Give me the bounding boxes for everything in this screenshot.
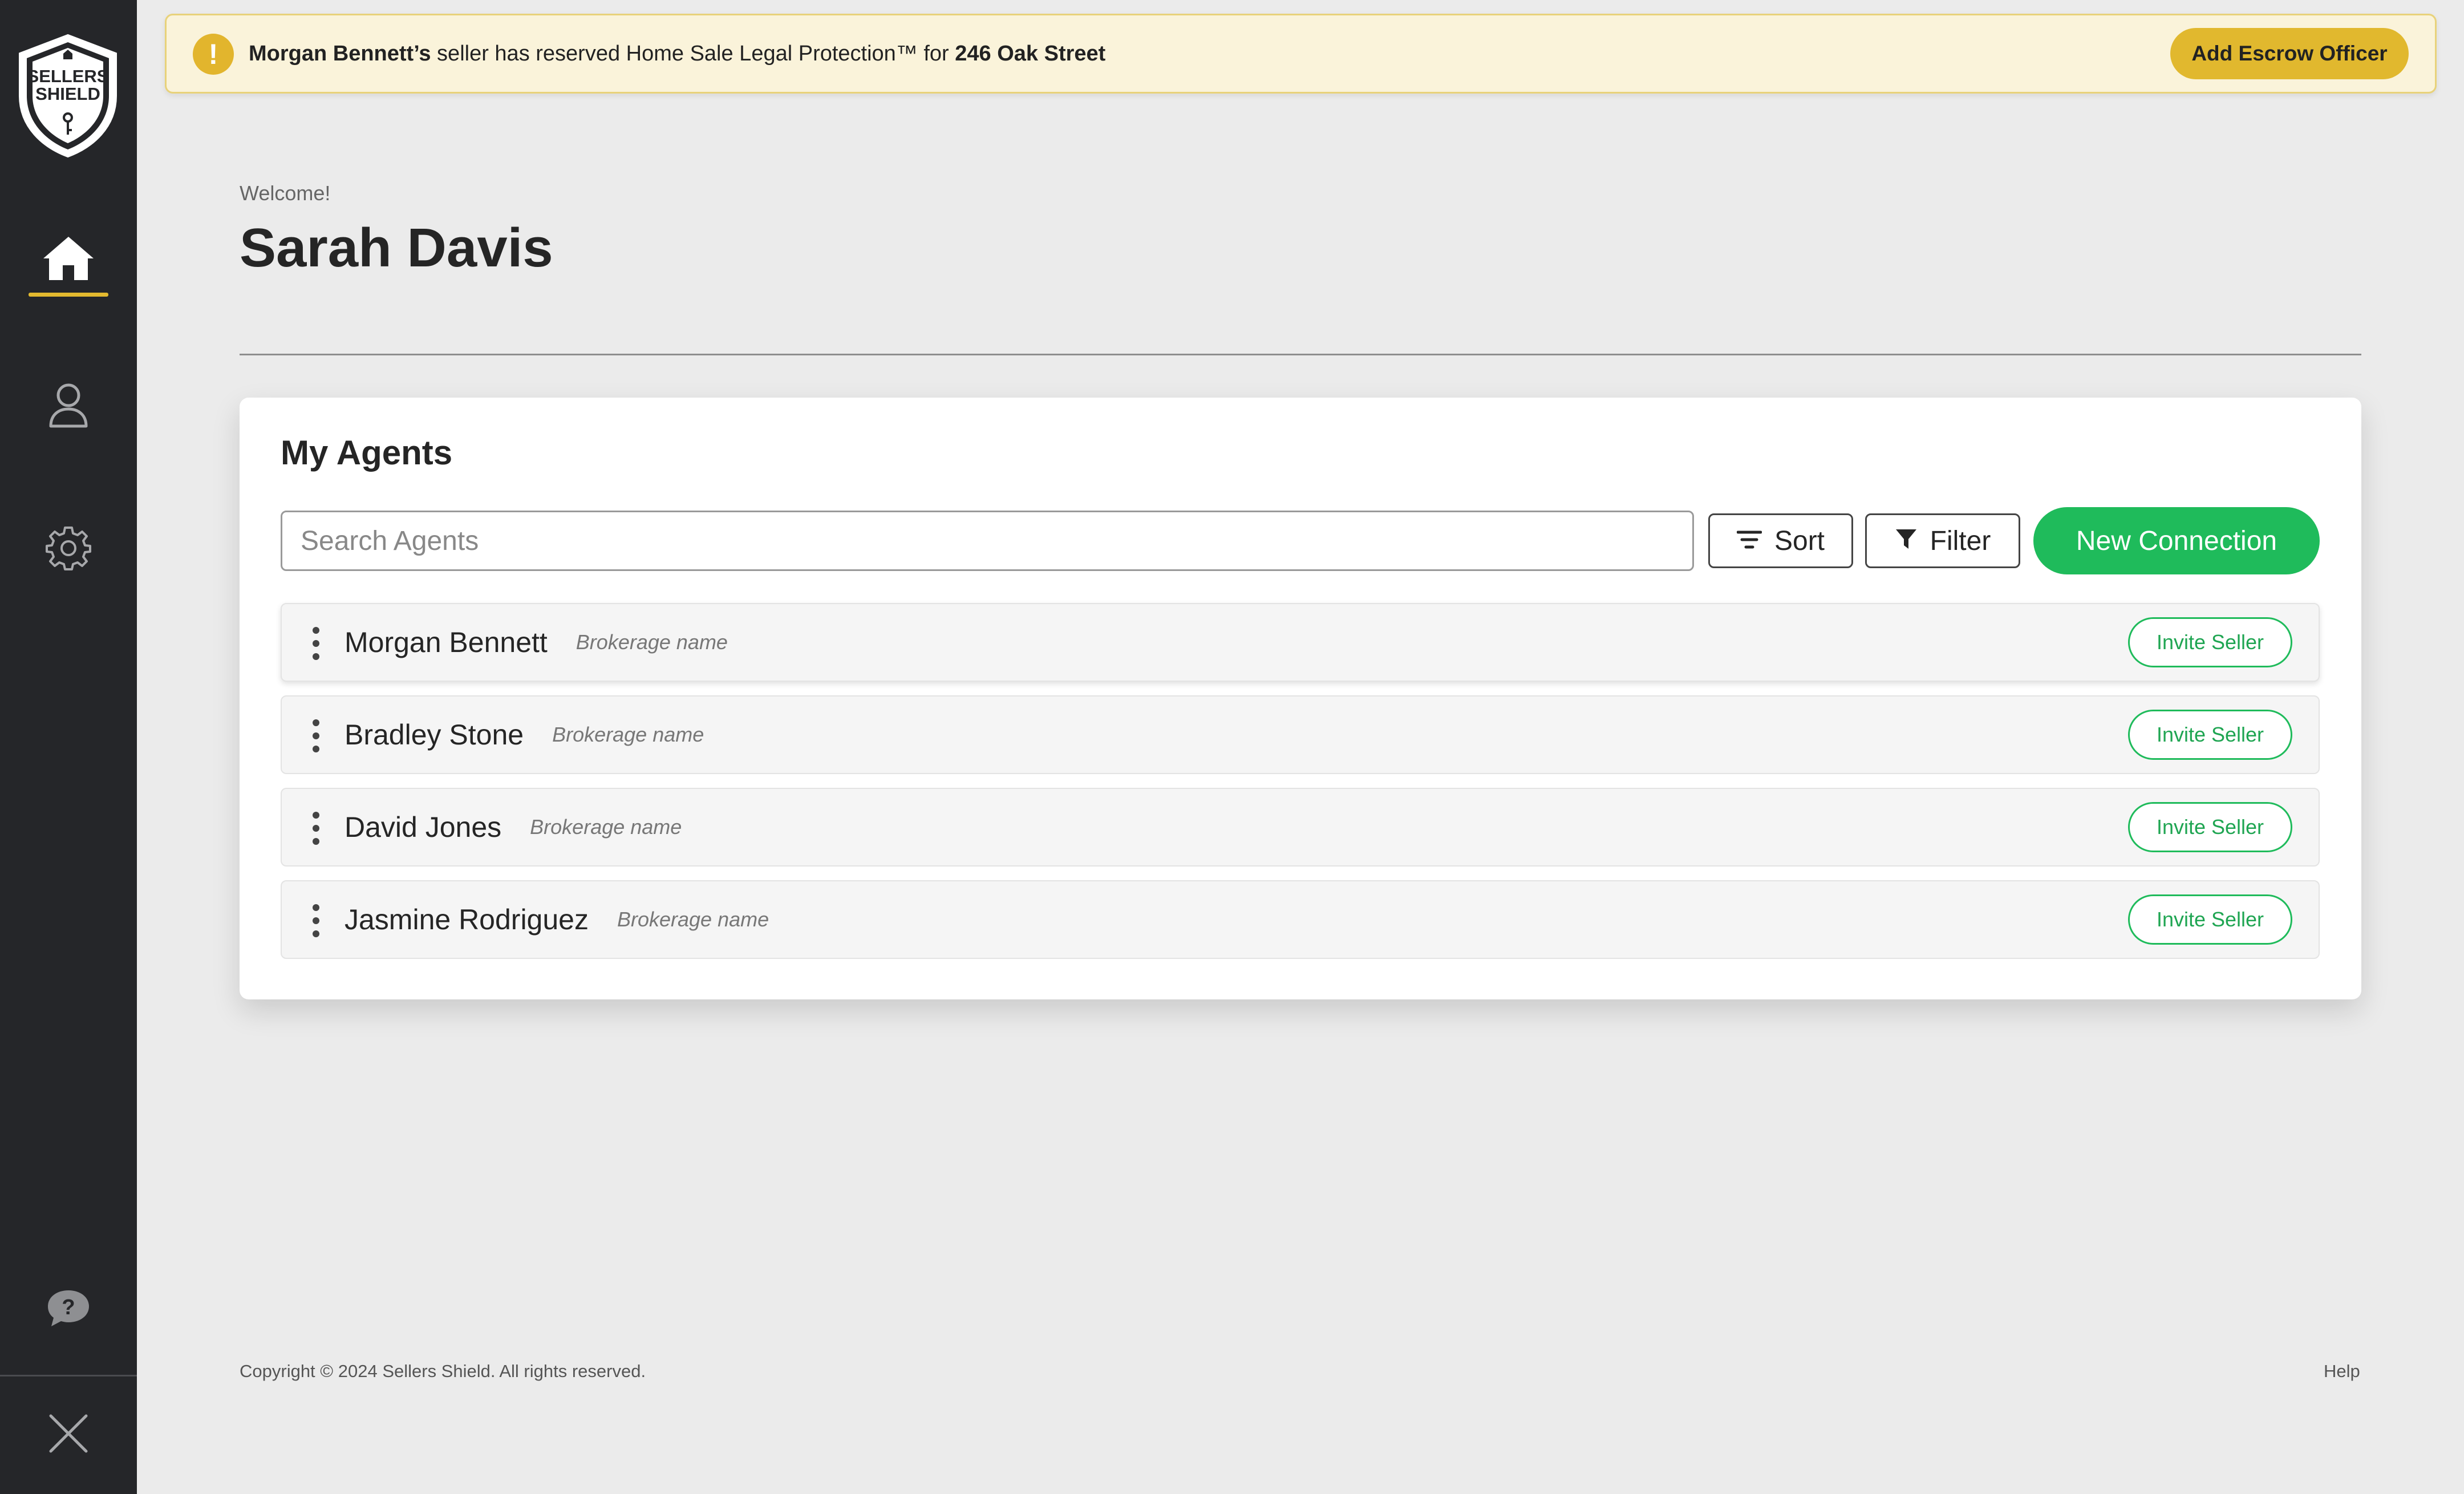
nav-home[interactable] — [29, 222, 108, 297]
agent-name: Jasmine Rodriguez — [345, 904, 589, 936]
invite-seller-button[interactable]: Invite Seller — [2128, 617, 2292, 667]
banner-agent-name: Morgan Bennett’s — [249, 41, 431, 66]
agent-row[interactable]: David Jones Brokerage name Invite Seller — [281, 788, 2320, 867]
card-title: My Agents — [281, 434, 453, 472]
sellers-shield-logo[interactable]: SELLERS SHIELD — [15, 33, 120, 159]
nav-settings[interactable] — [29, 512, 108, 586]
invite-seller-button[interactable]: Invite Seller — [2128, 802, 2292, 852]
active-nav-indicator — [29, 293, 108, 297]
agent-name: Bradley Stone — [345, 719, 524, 751]
agent-brokerage: Brokerage name — [552, 723, 704, 746]
filter-label: Filter — [1930, 525, 1991, 556]
home-icon — [42, 236, 95, 284]
sidebar-close-button[interactable] — [29, 1398, 108, 1472]
agent-row[interactable]: Morgan Bennett Brokerage name Invite Sel… — [281, 603, 2320, 682]
sidebar: SELLERS SHIELD ? — [0, 0, 137, 1494]
more-options-icon[interactable] — [310, 719, 322, 752]
welcome-greeting: Welcome! — [240, 181, 331, 205]
alert-icon: ! — [193, 34, 234, 75]
sidebar-divider — [0, 1375, 137, 1376]
agent-row[interactable]: Bradley Stone Brokerage name Invite Sell… — [281, 695, 2320, 774]
agent-brokerage: Brokerage name — [617, 908, 769, 931]
banner-address: 246 Oak Street — [955, 41, 1106, 66]
close-icon — [48, 1414, 88, 1456]
logo-line-1: SELLERS — [27, 66, 109, 86]
logo-line-2: SHIELD — [35, 84, 100, 104]
search-agents-input[interactable] — [281, 511, 1694, 571]
new-connection-button[interactable]: New Connection — [2033, 507, 2320, 574]
nav-help[interactable]: ? — [29, 1272, 108, 1346]
add-escrow-officer-button[interactable]: Add Escrow Officer — [2170, 28, 2409, 79]
agent-brokerage: Brokerage name — [576, 630, 728, 654]
user-icon — [48, 383, 88, 431]
agent-name: Morgan Bennett — [345, 626, 548, 658]
page-title: Sarah Davis — [240, 217, 553, 278]
invite-seller-button[interactable]: Invite Seller — [2128, 710, 2292, 760]
my-agents-card: My Agents Sort Filter New Connection Mor… — [240, 398, 2361, 999]
footer-help-link[interactable]: Help — [2324, 1361, 2360, 1382]
sort-button[interactable]: Sort — [1708, 513, 1853, 568]
sort-icon — [1736, 525, 1762, 557]
invite-seller-button[interactable]: Invite Seller — [2128, 894, 2292, 945]
banner-message: Morgan Bennett’s seller has reserved Hom… — [249, 15, 1105, 92]
notification-banner: ! Morgan Bennett’s seller has reserved H… — [165, 14, 2437, 94]
footer-copyright: Copyright © 2024 Sellers Shield. All rig… — [240, 1361, 646, 1381]
agent-row[interactable]: Jasmine Rodriguez Brokerage name Invite … — [281, 880, 2320, 959]
more-options-icon[interactable] — [310, 812, 322, 845]
agent-brokerage: Brokerage name — [530, 815, 682, 839]
filter-button[interactable]: Filter — [1865, 513, 2020, 568]
section-divider — [240, 354, 2361, 355]
sort-label: Sort — [1774, 525, 1825, 556]
agent-name: David Jones — [345, 811, 502, 843]
nav-profile[interactable] — [29, 370, 108, 444]
help-bubble-icon: ? — [46, 1288, 91, 1331]
banner-message-text: seller has reserved Home Sale Legal Prot… — [431, 41, 955, 66]
more-options-icon[interactable] — [310, 904, 322, 937]
more-options-icon[interactable] — [310, 627, 322, 660]
svg-text:?: ? — [62, 1295, 75, 1319]
filter-funnel-icon — [1895, 525, 1918, 557]
gear-icon — [46, 525, 91, 574]
